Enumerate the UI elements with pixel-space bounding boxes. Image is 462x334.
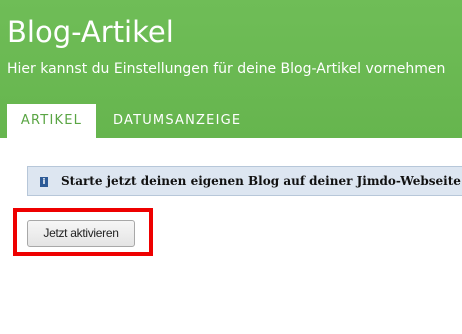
- tab-datumsanzeige[interactable]: DATUMSANZEIGE: [113, 104, 241, 138]
- info-notice: i Starte jetzt deinen eigenen Blog auf d…: [27, 166, 462, 196]
- info-icon: i: [40, 177, 48, 187]
- notice-text: Starte jetzt deinen eigenen Blog auf dei…: [61, 174, 462, 188]
- activate-button[interactable]: Jetzt aktivieren: [27, 220, 135, 247]
- page-title: Blog-Artikel: [7, 15, 174, 49]
- page-header: Blog-Artikel Hier kannst du Einstellunge…: [0, 0, 462, 138]
- tab-artikel[interactable]: ARTIKEL: [7, 104, 96, 138]
- page-subtitle: Hier kannst du Einstellungen für deine B…: [7, 61, 446, 77]
